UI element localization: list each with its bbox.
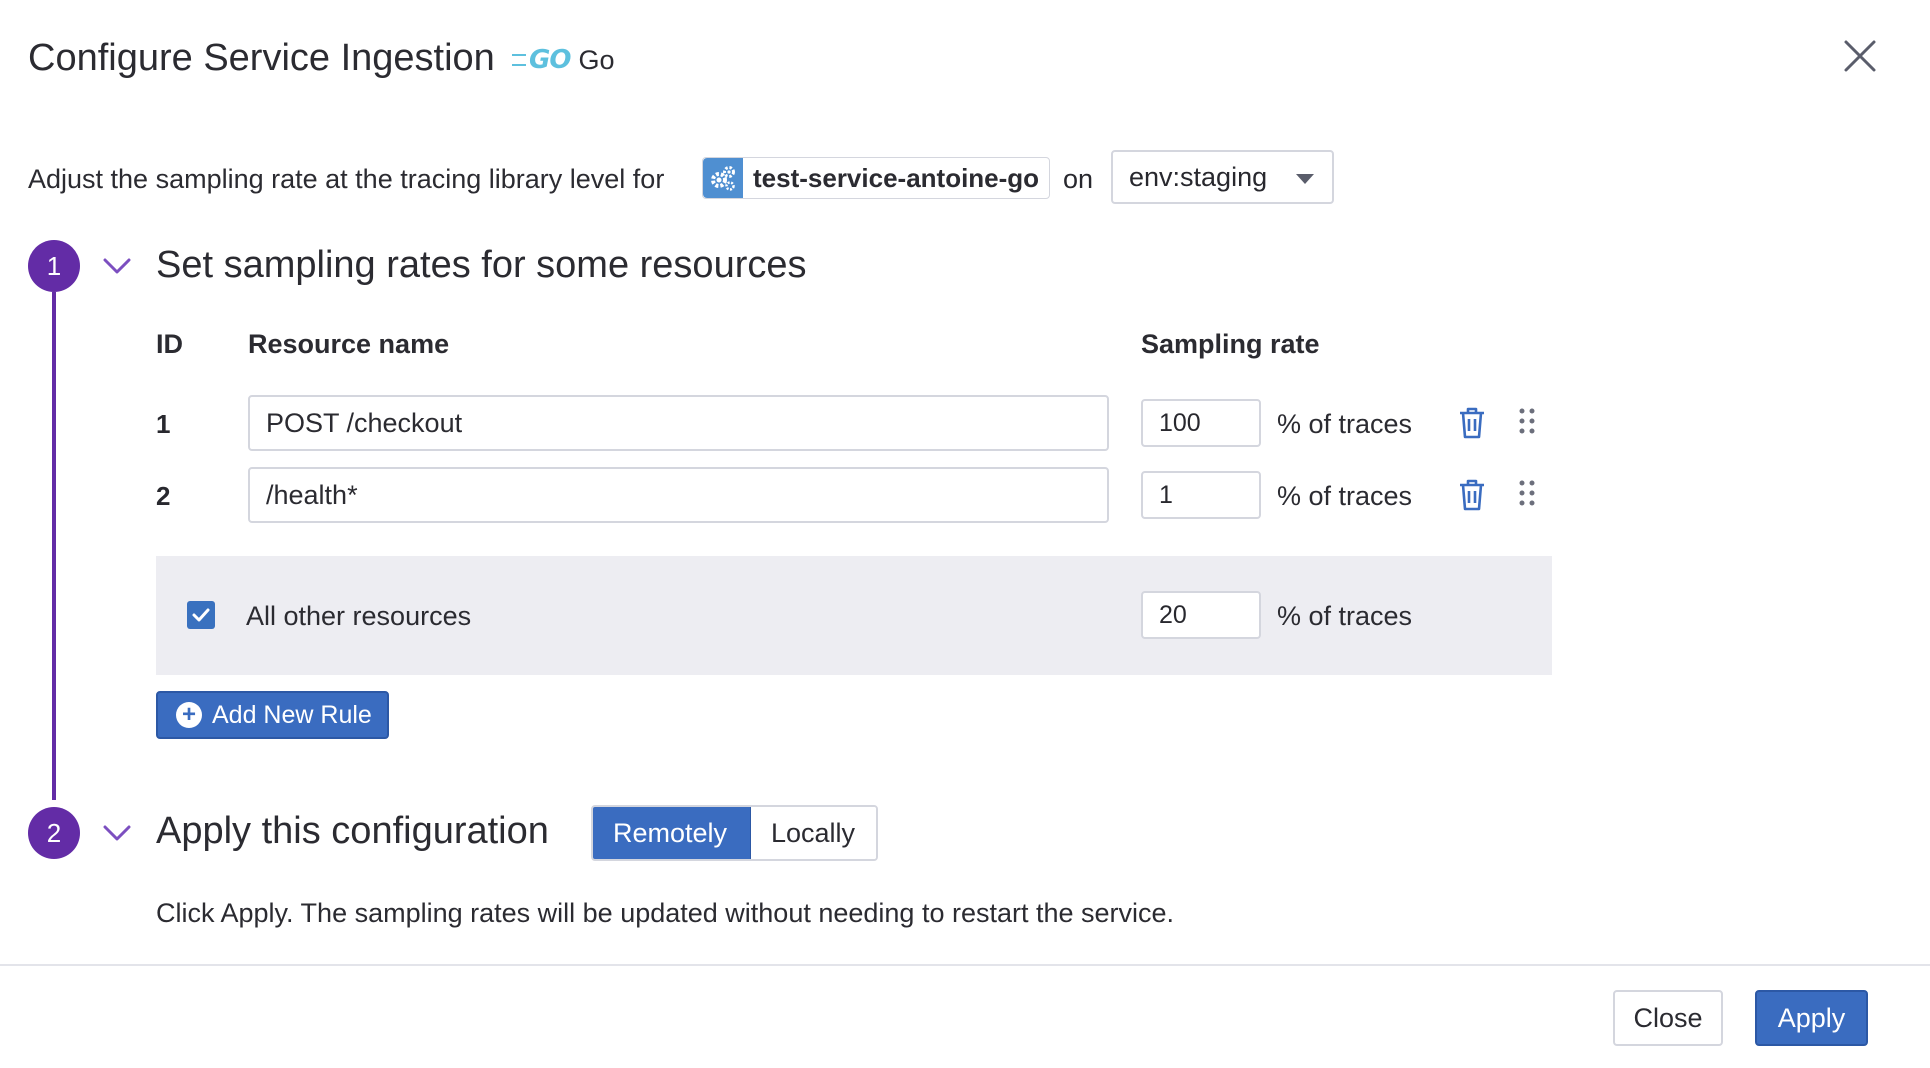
language-indicator: GO Go: [512, 40, 614, 80]
service-name: test-service-antoine-go: [753, 162, 1040, 193]
footer-divider: [0, 964, 1930, 966]
chevron-down-icon[interactable]: [102, 256, 132, 276]
all-other-rate-input[interactable]: 20: [1141, 591, 1261, 639]
column-header-sampling-rate: Sampling rate: [1141, 329, 1320, 359]
column-header-id: ID: [156, 329, 183, 359]
step-2-title: Apply this configuration: [156, 810, 549, 852]
close-button[interactable]: Close: [1613, 990, 1723, 1046]
remotely-option[interactable]: Remotely: [593, 807, 751, 859]
env-select-value: env:staging: [1129, 161, 1268, 192]
language-label: Go: [578, 44, 615, 75]
column-header-resource: Resource name: [248, 329, 450, 359]
all-other-resources-checkbox[interactable]: [187, 601, 215, 629]
rate-unit-label: % of traces: [1277, 481, 1413, 511]
trash-icon[interactable]: [1457, 406, 1487, 440]
go-logo-icon: GO: [512, 45, 571, 75]
close-icon[interactable]: [1838, 34, 1882, 78]
rate-unit-label: % of traces: [1277, 409, 1413, 439]
drag-handle-icon[interactable]: [1517, 479, 1537, 509]
chevron-down-icon[interactable]: [102, 823, 132, 843]
resource-name-input[interactable]: /health*: [248, 467, 1109, 523]
apply-button[interactable]: Apply: [1755, 990, 1868, 1046]
locally-option[interactable]: Locally: [751, 807, 876, 859]
trash-icon[interactable]: [1457, 478, 1487, 512]
env-select[interactable]: env:staging: [1111, 150, 1334, 204]
sampling-description: Adjust the sampling rate at the tracing …: [28, 164, 665, 194]
service-tag: test-service-antoine-go: [702, 157, 1051, 199]
step-2-badge: 2: [28, 807, 80, 859]
caret-down-icon: [1296, 174, 1314, 184]
sampling-rate-input[interactable]: 100: [1141, 399, 1261, 447]
step-1-title: Set sampling rates for some resources: [156, 244, 807, 286]
drag-handle-icon[interactable]: [1517, 407, 1537, 437]
modal-title: Configure Service Ingestion: [28, 37, 495, 79]
resource-name-input[interactable]: POST /checkout: [248, 395, 1109, 451]
all-other-resources-label: All other resources: [246, 601, 472, 631]
rate-unit-label: % of traces: [1277, 601, 1413, 631]
plus-circle-icon: +: [176, 702, 202, 728]
gears-icon: [703, 158, 743, 198]
step-1-badge: 1: [28, 240, 80, 292]
apply-instructions: Click Apply. The sampling rates will be …: [156, 898, 1175, 928]
step-connector-line: [52, 292, 56, 800]
apply-mode-toggle: Remotely Locally: [591, 805, 878, 861]
on-label: on: [1063, 164, 1094, 194]
add-new-rule-button[interactable]: + Add New Rule: [156, 691, 389, 739]
rule-id: 2: [156, 481, 171, 511]
rule-id: 1: [156, 409, 171, 439]
sampling-rate-input[interactable]: 1: [1141, 471, 1261, 519]
